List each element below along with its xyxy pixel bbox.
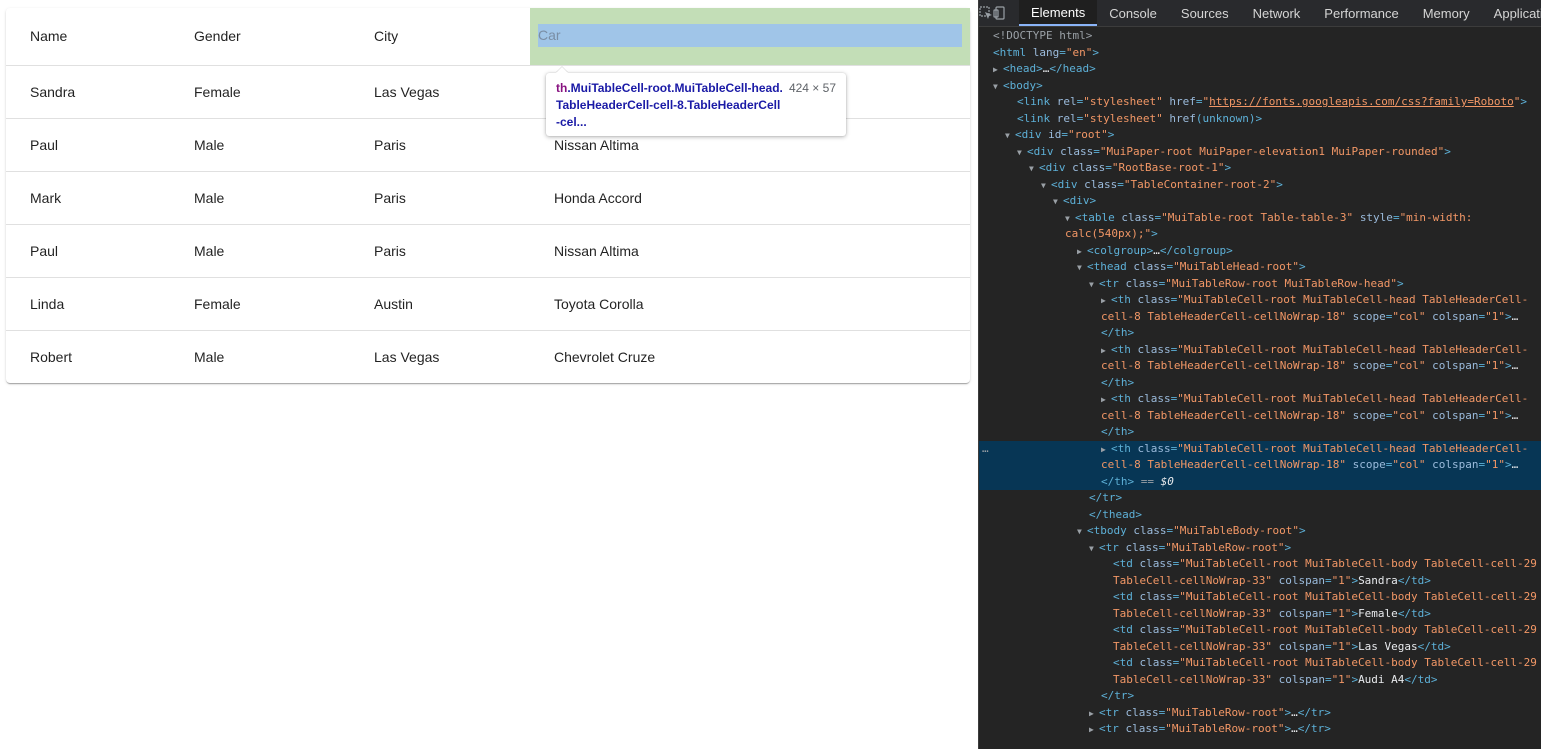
dom-node[interactable]: ▶ <head>…</head>: [979, 61, 1541, 78]
dom-node[interactable]: </tr>: [979, 688, 1541, 705]
table-row[interactable]: Robert Male Las Vegas Chevrolet Cruze: [6, 330, 970, 383]
dom-node[interactable]: ▶ <th class="MuiTableCell-root MuiTableCe…: [979, 292, 1541, 309]
data-table: Name Gender City Car Sandra Female Las V…: [6, 8, 970, 383]
dom-node[interactable]: ▼ <div>: [979, 193, 1541, 210]
header-car-inspected[interactable]: Car: [530, 8, 970, 66]
header-car-label: Car: [538, 24, 962, 47]
header-city[interactable]: City: [350, 8, 530, 66]
tab-application[interactable]: Application: [1482, 0, 1541, 26]
cell-name: Linda: [6, 277, 170, 331]
dom-node[interactable]: cell-8 TableHeaderCell-cellNoWrap-18" sc…: [979, 408, 1541, 425]
dom-node[interactable]: ▼ <table class="MuiTable-root Table-table…: [979, 210, 1541, 227]
dom-node[interactable]: cell-8 TableHeaderCell-cellNoWrap-18" sc…: [979, 309, 1541, 326]
cell-city: Las Vegas: [350, 65, 530, 119]
tab-sources[interactable]: Sources: [1169, 0, 1241, 26]
dom-node[interactable]: TableCell-cellNoWrap-33" colspan="1">Fem…: [979, 606, 1541, 623]
dom-node[interactable]: <html lang="en">: [979, 45, 1541, 62]
dom-node[interactable]: calc(540px);">: [979, 226, 1541, 243]
tooltip-classes: .MuiTableCell-root.MuiTableCell-head.Tab…: [556, 81, 783, 129]
devtools-panel: Elements Console Sources Network Perform…: [978, 0, 1541, 749]
header-row: Name Gender City Car: [6, 8, 970, 66]
cell-gender: Male: [170, 171, 350, 225]
header-name[interactable]: Name: [6, 8, 170, 66]
tooltip-selector: th.MuiTableCell-root.MuiTableCell-head.T…: [556, 80, 784, 131]
dom-node[interactable]: ▼ <body>: [979, 78, 1541, 95]
dom-node[interactable]: <td class="MuiTableCell-root MuiTableCel…: [979, 655, 1541, 672]
cell-name: Paul: [6, 224, 170, 278]
cell-gender: Female: [170, 65, 350, 119]
dom-node[interactable]: cell-8 TableHeaderCell-cellNoWrap-18" sc…: [979, 358, 1541, 375]
table-row[interactable]: Linda Female Austin Toyota Corolla: [6, 277, 970, 331]
dom-node-selected[interactable]: </th> == $0: [979, 473, 1541, 490]
page-viewport: Name Gender City Car Sandra Female Las V…: [0, 0, 978, 749]
device-toolbar-icon[interactable]: [993, 0, 1007, 26]
dom-node[interactable]: <link rel="stylesheet" href="https://fon…: [979, 94, 1541, 111]
table-paper: Name Gender City Car Sandra Female Las V…: [6, 8, 970, 383]
dom-node[interactable]: ▶ <colgroup>…</colgroup>: [979, 243, 1541, 260]
tab-console[interactable]: Console: [1097, 0, 1169, 26]
cell-gender: Male: [194, 348, 225, 365]
dom-node[interactable]: <td class="MuiTableCell-root MuiTableCel…: [979, 589, 1541, 606]
cell-car: Honda Accord: [530, 171, 970, 225]
cell-name: Mark: [6, 171, 170, 225]
dom-node[interactable]: </thead>: [979, 507, 1541, 524]
tab-elements[interactable]: Elements: [1019, 0, 1098, 26]
cell-city: Austin: [350, 277, 530, 331]
dom-node[interactable]: ▶ <tr class="MuiTableRow-root">…</tr>: [979, 721, 1541, 738]
cell-gender: Male: [170, 224, 350, 278]
dom-node-selected[interactable]: … ▶ <th class="MuiTableCell-root MuiTableC…: [979, 440, 1541, 458]
cell-city: Las Vegas: [374, 348, 440, 365]
dom-node[interactable]: ▼ <div id="root">: [979, 127, 1541, 144]
dom-node[interactable]: ▼ <thead class="MuiTableHead-root">: [979, 259, 1541, 276]
dom-node[interactable]: ▼ <div class="RootBase-root-1">: [979, 160, 1541, 177]
table-row[interactable]: Paul Male Paris Nissan Altima: [6, 224, 970, 278]
cell-name: Sandra: [6, 65, 170, 119]
dom-node[interactable]: ▼ <div class="MuiPaper-root MuiPaper-elev…: [979, 144, 1541, 161]
table-head: Name Gender City Car: [6, 8, 970, 66]
dom-node[interactable]: ▼ <div class="TableContainer-root-2">: [979, 177, 1541, 194]
more-options-icon[interactable]: …: [982, 441, 989, 458]
dom-node[interactable]: TableCell-cellNoWrap-33" colspan="1">San…: [979, 573, 1541, 590]
cell-name: Paul: [6, 118, 170, 172]
dom-node[interactable]: <!DOCTYPE html>: [979, 28, 1541, 45]
cell-gender: Male: [170, 118, 350, 172]
dom-node[interactable]: ▶ <tr class="MuiTableRow-root">…</tr>: [979, 705, 1541, 722]
tab-performance[interactable]: Performance: [1312, 0, 1410, 26]
dom-node[interactable]: </th>: [979, 375, 1541, 392]
tab-memory[interactable]: Memory: [1411, 0, 1482, 26]
dom-node[interactable]: ▶ <th class="MuiTableCell-root MuiTableCe…: [979, 342, 1541, 359]
dom-node[interactable]: </th>: [979, 424, 1541, 441]
dom-node[interactable]: <td class="MuiTableCell-root MuiTableCel…: [979, 622, 1541, 639]
inspect-element-icon[interactable]: [979, 0, 993, 26]
inspect-tooltip: th.MuiTableCell-root.MuiTableCell-head.T…: [546, 73, 846, 136]
dom-node[interactable]: ▼ <tr class="MuiTableRow-root">: [979, 540, 1541, 557]
cell-car: Chevrolet Cruze: [554, 348, 656, 365]
cell-gender: Female: [170, 277, 350, 331]
cell-car: Toyota Corolla: [530, 277, 970, 331]
devtools-toolbar: Elements Console Sources Network Perform…: [979, 0, 1541, 27]
dom-node[interactable]: </th>: [979, 325, 1541, 342]
table-row[interactable]: Mark Male Paris Honda Accord: [6, 171, 970, 225]
cell-car: Nissan Altima: [530, 224, 970, 278]
dom-node[interactable]: TableCell-cellNoWrap-33" colspan="1">Las…: [979, 639, 1541, 656]
tooltip-tag: th: [556, 81, 568, 95]
dom-node[interactable]: <link rel="stylesheet" href(unknown)>: [979, 111, 1541, 128]
dom-tree[interactable]: <!DOCTYPE html> <html lang="en"> ▶ <head>…: [979, 28, 1541, 749]
cell-city: Paris: [350, 118, 530, 172]
tab-network[interactable]: Network: [1241, 0, 1313, 26]
dom-node[interactable]: ▶ <th class="MuiTableCell-root MuiTableCe…: [979, 391, 1541, 408]
dom-node[interactable]: <td class="MuiTableCell-root MuiTableCel…: [979, 556, 1541, 573]
header-gender[interactable]: Gender: [170, 8, 350, 66]
dom-node[interactable]: ▼ <tbody class="MuiTableBody-root">: [979, 523, 1541, 540]
dom-node[interactable]: ▼ <tr class="MuiTableRow-root MuiTableRow…: [979, 276, 1541, 293]
dom-node[interactable]: </tr>: [979, 490, 1541, 507]
cell-name: Robert: [30, 348, 73, 365]
dom-node-selected[interactable]: cell-8 TableHeaderCell-cellNoWrap-18" sc…: [979, 457, 1541, 474]
dom-node[interactable]: TableCell-cellNoWrap-33" colspan="1">Aud…: [979, 672, 1541, 689]
cell-city: Paris: [350, 171, 530, 225]
cell-city: Paris: [350, 224, 530, 278]
tooltip-dimensions: 424 × 57: [788, 81, 836, 95]
